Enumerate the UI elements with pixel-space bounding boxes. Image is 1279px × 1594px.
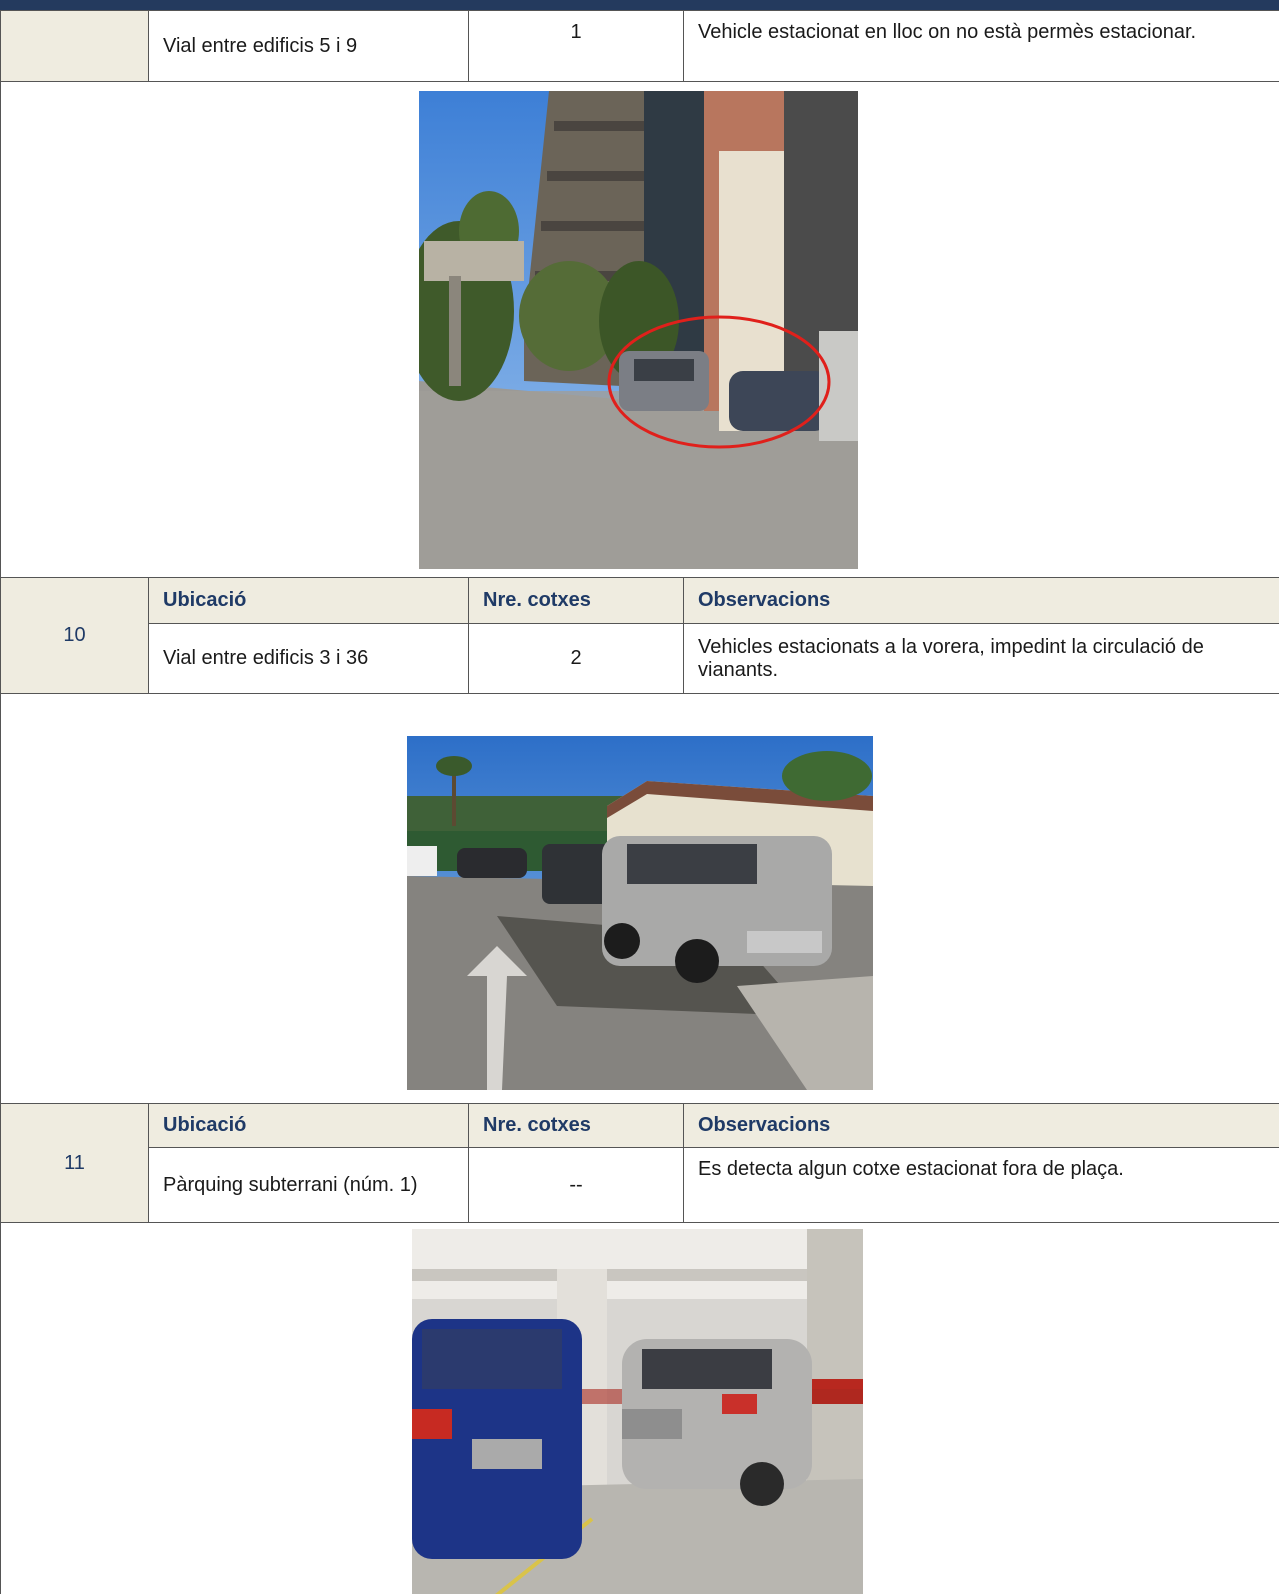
photo-image xyxy=(407,736,873,1090)
ubicacio-value: Vial entre edificis 5 i 9 xyxy=(148,10,469,82)
table-row: 11 Ubicació Nre. cotxes Observacions xyxy=(0,1103,1279,1223)
header-ubicacio: Ubicació xyxy=(148,1103,469,1148)
header-cotxes: Nre. cotxes xyxy=(468,1103,684,1148)
entry-number: 11 xyxy=(0,1103,149,1223)
header-observacions: Observacions xyxy=(683,577,1279,624)
observacions-value: Vehicles estacionats a la vorera, impedi… xyxy=(683,623,1279,694)
table-row: Pàrquing subterrani (núm. 1) -- Es detec… xyxy=(1,1147,1279,1223)
cotxes-value: 2 xyxy=(468,623,684,694)
table-row: Vial entre edificis 5 i 9 1 Vehicle esta… xyxy=(0,10,1279,82)
header-cotxes: Nre. cotxes xyxy=(468,577,684,624)
cotxes-value: 1 xyxy=(468,10,684,82)
header-ubicacio: Ubicació xyxy=(148,577,469,624)
photo-row xyxy=(0,1222,1279,1594)
entry-number: 10 xyxy=(0,577,149,694)
observacions-value: Es detecta algun cotxe estacionat fora d… xyxy=(683,1147,1279,1223)
cotxes-value: -- xyxy=(468,1147,684,1223)
photo-suv-on-sidewalk xyxy=(407,736,873,1090)
photo-row xyxy=(0,81,1279,578)
entry-number xyxy=(0,10,149,82)
observacions-value: Vehicle estacionat en lloc on no està pe… xyxy=(683,10,1279,82)
photo-image xyxy=(412,1229,863,1594)
ubicacio-value: Vial entre edificis 3 i 36 xyxy=(148,623,469,694)
ubicacio-value: Pàrquing subterrani (núm. 1) xyxy=(148,1147,469,1223)
table-row: 10 Ubicació Nre. cotxes Observacions xyxy=(0,577,1279,694)
incident-table: Vial entre edificis 5 i 9 1 Vehicle esta… xyxy=(0,10,1279,1594)
header-bar xyxy=(0,0,1279,10)
document-page: Vial entre edificis 5 i 9 1 Vehicle esta… xyxy=(0,0,1279,1594)
table-row: Vial entre edificis 3 i 36 2 Vehicles es… xyxy=(1,623,1279,694)
photo-building-parked-car xyxy=(419,91,858,569)
photo-image xyxy=(419,91,858,569)
photo-row xyxy=(0,693,1279,1104)
photo-underground-parking xyxy=(412,1229,863,1594)
header-observacions: Observacions xyxy=(683,1103,1279,1148)
